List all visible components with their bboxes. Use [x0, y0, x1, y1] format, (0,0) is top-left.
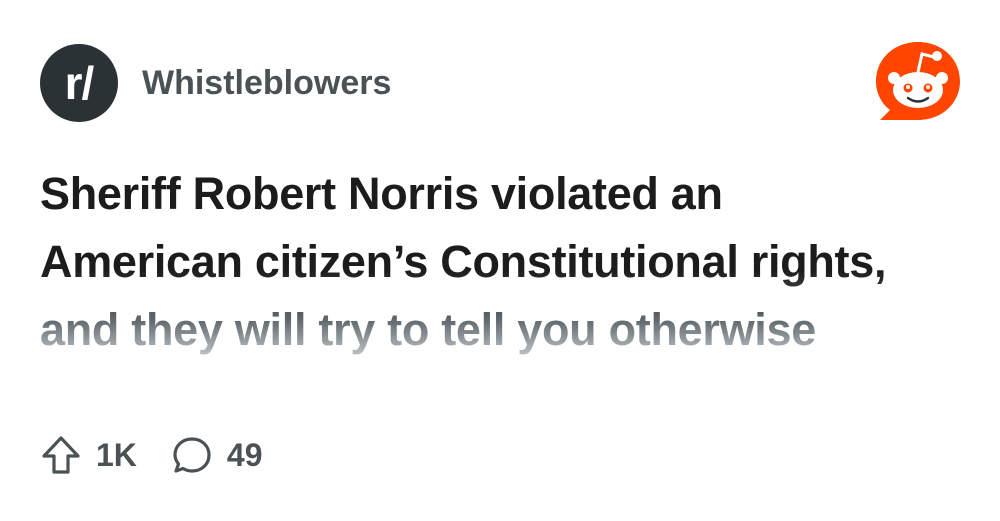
post-header: r/ Whistleblowers [40, 44, 391, 122]
comment-count: 49 [226, 436, 263, 473]
subreddit-name[interactable]: Whistleblowers [142, 64, 391, 103]
post-title[interactable]: Sheriff Robert Norris violated an Americ… [40, 160, 900, 364]
comment-bubble-icon [173, 437, 211, 473]
subreddit-prefix: r/ [64, 57, 95, 109]
comments-button[interactable]: 49 [171, 434, 263, 476]
upvote-count: 1K [96, 436, 137, 473]
upvote-arrow-icon [42, 436, 80, 474]
reddit-snoo-icon [876, 42, 960, 120]
post-stats: 1K 49 [40, 434, 263, 476]
post-card[interactable]: r/ Whistleblowers Sheriff Robert Norris … [0, 0, 1000, 521]
subreddit-icon[interactable]: r/ [40, 44, 118, 122]
upvote-button[interactable]: 1K [40, 434, 137, 476]
